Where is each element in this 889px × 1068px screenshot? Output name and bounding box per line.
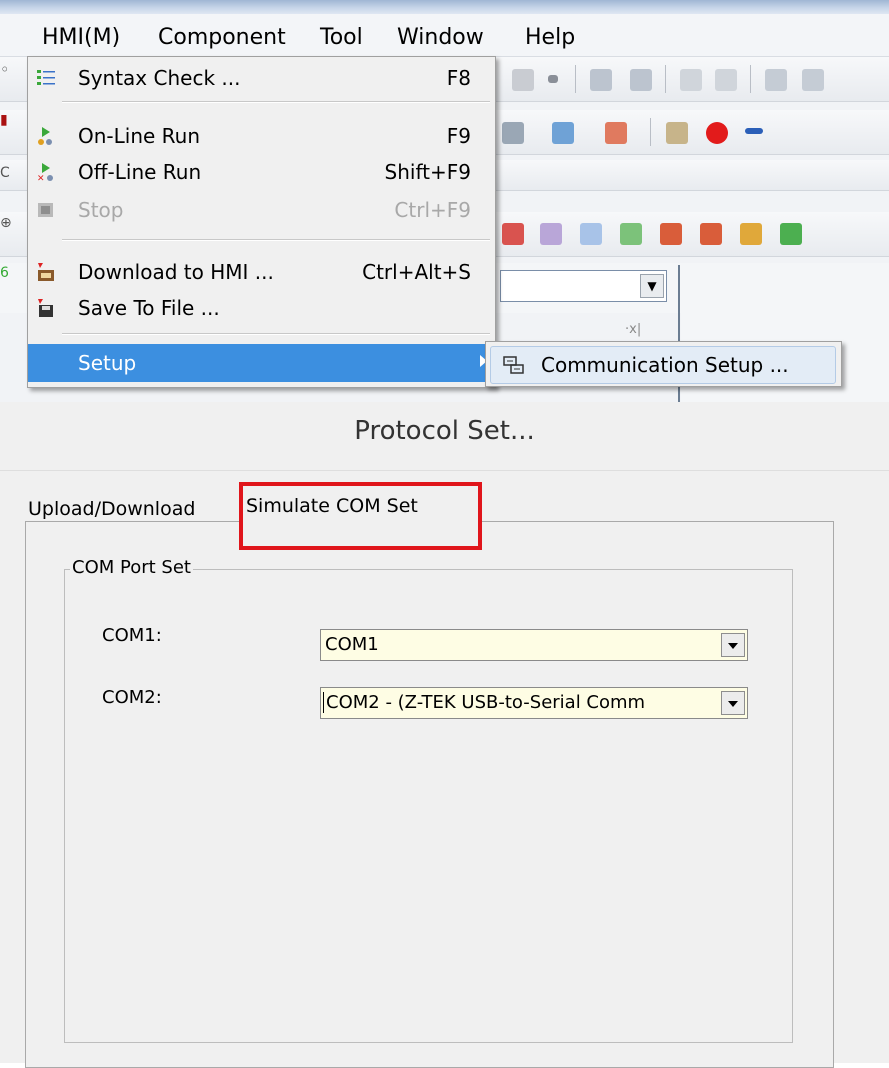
alarm-display-icon[interactable] [660, 223, 682, 245]
setup-submenu: Communication Setup ... [485, 341, 842, 387]
menu-item-shortcut: F8 [446, 66, 471, 90]
workspace-combo[interactable]: ▼ [500, 270, 667, 302]
menu-separator [62, 333, 490, 335]
edge-icon-left: C [0, 165, 10, 181]
pen-icon[interactable] [552, 122, 574, 144]
menu-item-shortcut: F9 [446, 124, 471, 148]
group-icon[interactable] [680, 69, 702, 91]
menu-tool[interactable]: Tool [320, 24, 363, 52]
alarm-history-icon[interactable] [700, 223, 722, 245]
com1-select[interactable]: COM1 [320, 629, 748, 661]
menu-item-label: Off-Line Run [78, 160, 202, 184]
protocol-set-dialog: Protocol Set... Upload/Download Simulate… [0, 402, 889, 1068]
menu-item-label: On-Line Run [78, 124, 201, 148]
group-title: COM Port Set [70, 557, 193, 578]
menu-window[interactable]: Window [397, 24, 484, 52]
edge-icon-left: ◦ [0, 60, 10, 79]
tab-upload-download[interactable]: Upload/Download [28, 498, 195, 520]
alarm-bar-icon[interactable] [740, 223, 762, 245]
chevron-down-icon[interactable] [721, 633, 745, 657]
copy-icon[interactable] [512, 69, 534, 91]
communication-icon [503, 356, 524, 374]
menu-item-label: Setup [78, 351, 137, 375]
menu-separator [62, 239, 490, 241]
toolbar-separator [650, 118, 651, 146]
navigate-left-icon[interactable] [780, 223, 802, 245]
title-bar [0, 0, 889, 14]
title-divider [0, 470, 889, 471]
menu-separator [62, 101, 490, 103]
alarm-icon[interactable] [706, 122, 728, 144]
menu-item-shortcut: Ctrl+Alt+S [362, 260, 471, 284]
menu-component[interactable]: Component [158, 24, 286, 52]
dropdown-arrow-icon[interactable] [548, 75, 558, 83]
arrow-right-icon[interactable] [745, 128, 763, 134]
menu-item-save-to-file[interactable]: Save To File ... [28, 291, 495, 325]
menu-item-shortcut: Shift+F9 [384, 160, 471, 184]
menu-item-setup[interactable]: Setup [28, 344, 495, 382]
com2-select[interactable]: COM2 - (Z-TEK USB-to-Serial Comm [320, 687, 748, 719]
online-run-icon [38, 127, 52, 145]
menu-item-label: Download to HMI ... [78, 260, 274, 284]
info-icon[interactable] [715, 69, 737, 91]
com2-value: COM2 - (Z-TEK USB-to-Serial Comm [323, 692, 645, 713]
download-icon [38, 263, 54, 281]
chevron-down-icon[interactable] [721, 691, 745, 715]
offline-run-icon: ✕ [37, 163, 53, 182]
toolbar-separator [575, 65, 576, 93]
menu-item-label: Stop [78, 198, 124, 222]
edge-icon-left: 6 [0, 265, 9, 281]
menu-hmi[interactable]: HMI(M) [42, 24, 120, 52]
syntax-check-icon [37, 70, 55, 85]
text-abc-icon[interactable] [605, 122, 627, 144]
align-icon[interactable] [590, 69, 612, 91]
menu-item-communication-setup[interactable]: Communication Setup ... [490, 346, 836, 384]
menu-item-shortcut: Ctrl+F9 [394, 198, 471, 222]
distribute-icon[interactable] [630, 69, 652, 91]
svg-text:✕: ✕ [37, 174, 45, 182]
menu-item-label: Syntax Check ... [78, 66, 241, 90]
comm-plug-icon[interactable] [502, 122, 524, 144]
annotation-highlight-box [239, 482, 482, 550]
menu-item-online-run[interactable]: On-Line Run F9 [28, 119, 495, 153]
menu-item-offline-run[interactable]: ✕ Off-Line Run Shift+F9 [28, 155, 495, 189]
menu-item-download-to-hmi[interactable]: Download to HMI ... Ctrl+Alt+S [28, 255, 495, 289]
trend-chart-icon[interactable] [540, 223, 562, 245]
hmi-menu-dropdown: Syntax Check ... F8 On-Line Run F9 ✕ Off… [27, 56, 496, 388]
com1-label: COM1: [102, 625, 162, 646]
xy-chart-icon[interactable] [580, 223, 602, 245]
menu-help[interactable]: Help [525, 24, 575, 52]
keyboard-icon[interactable] [666, 122, 688, 144]
submenu-item-label: Communication Setup ... [541, 353, 789, 377]
stop-icon [38, 203, 53, 217]
chevron-down-icon[interactable]: ▼ [640, 274, 664, 298]
bit-lamp-icon[interactable] [502, 223, 524, 245]
save-icon [38, 299, 53, 317]
toolbar-separator [665, 65, 666, 93]
table-icon[interactable] [620, 223, 642, 245]
edge-icon-left: ⊕ [0, 215, 12, 231]
com1-value: COM1 [325, 634, 379, 655]
toolbar-separator [750, 65, 751, 93]
frame-icon[interactable] [802, 69, 824, 91]
menu-bar: HMI(M) Component Tool Window Help [0, 14, 889, 57]
edge-icon-left: ▮ [0, 112, 8, 128]
dialog-title: Protocol Set... [354, 416, 535, 446]
menu-item-syntax-check[interactable]: Syntax Check ... F8 [28, 61, 495, 95]
xy-marker: ·x| [625, 322, 642, 337]
app-window-screenshot: HMI(M) Component Tool Window Help ▼ ·x| … [0, 0, 889, 402]
com2-label: COM2: [102, 687, 162, 708]
menu-item-label: Save To File ... [78, 296, 220, 320]
menu-item-stop[interactable]: Stop Ctrl+F9 [28, 193, 495, 227]
window-icon[interactable] [765, 69, 787, 91]
